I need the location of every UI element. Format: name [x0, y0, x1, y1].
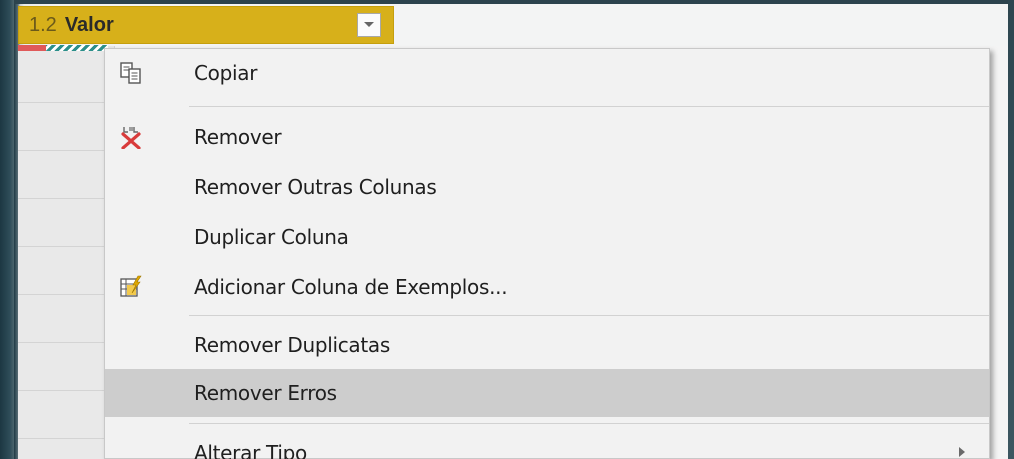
grid-row-line: [18, 342, 115, 343]
submenu-arrow-icon: [959, 447, 965, 457]
menu-item-adicionar-coluna-exemplos[interactable]: Adicionar Coluna de Exemplos...: [105, 263, 989, 311]
grid-row-line: [18, 438, 115, 439]
grid-row-line: [18, 390, 115, 391]
grid-row-line: [18, 246, 115, 247]
menu-item-label: Remover: [194, 125, 282, 149]
grid-row-line: [18, 198, 115, 199]
menu-item-remover[interactable]: Remover: [105, 113, 989, 161]
chevron-down-icon[interactable]: [357, 13, 381, 37]
menu-item-label: Duplicar Coluna: [194, 225, 349, 249]
menu-item-alterar-tipo[interactable]: Alterar Tipo: [105, 429, 989, 459]
menu-item-duplicar-coluna[interactable]: Duplicar Coluna: [105, 213, 989, 261]
grid-row-line: [18, 294, 115, 295]
column-header-valor[interactable]: 1.2 Valor: [18, 6, 394, 44]
grid-column[interactable]: [18, 46, 115, 459]
menu-item-label: Alterar Tipo: [194, 441, 307, 459]
grid-row-line: [18, 150, 115, 151]
menu-separator: [189, 423, 989, 424]
column-quality-error-segment: [18, 45, 46, 51]
window-right-edge: [1008, 0, 1014, 459]
column-from-examples-icon: [119, 275, 143, 299]
window-top-edge: [0, 0, 1014, 4]
remove-column-icon: [119, 125, 143, 149]
menu-item-copiar[interactable]: Copiar: [105, 49, 989, 97]
menu-item-label: Remover Erros: [194, 381, 337, 405]
menu-item-remover-outras-colunas[interactable]: Remover Outras Colunas: [105, 163, 989, 211]
copy-icon: [119, 61, 143, 85]
menu-item-label: Remover Outras Colunas: [194, 175, 437, 199]
column-type-label[interactable]: 1.2: [29, 14, 57, 37]
menu-item-remover-erros[interactable]: Remover Erros: [105, 369, 989, 417]
menu-item-label: Remover Duplicatas: [194, 333, 390, 357]
menu-item-label: Adicionar Coluna de Exemplos...: [194, 275, 508, 299]
column-name: Valor: [64, 13, 114, 36]
menu-separator: [189, 315, 989, 316]
grid-row-line: [18, 102, 115, 103]
menu-item-label: Copiar: [194, 61, 258, 85]
context-menu: Copiar Remover Remover Outras Colunas Du…: [104, 48, 990, 459]
menu-separator: [189, 106, 989, 107]
window-left-edge: [0, 0, 14, 459]
menu-item-remover-duplicatas[interactable]: Remover Duplicatas: [105, 321, 989, 369]
